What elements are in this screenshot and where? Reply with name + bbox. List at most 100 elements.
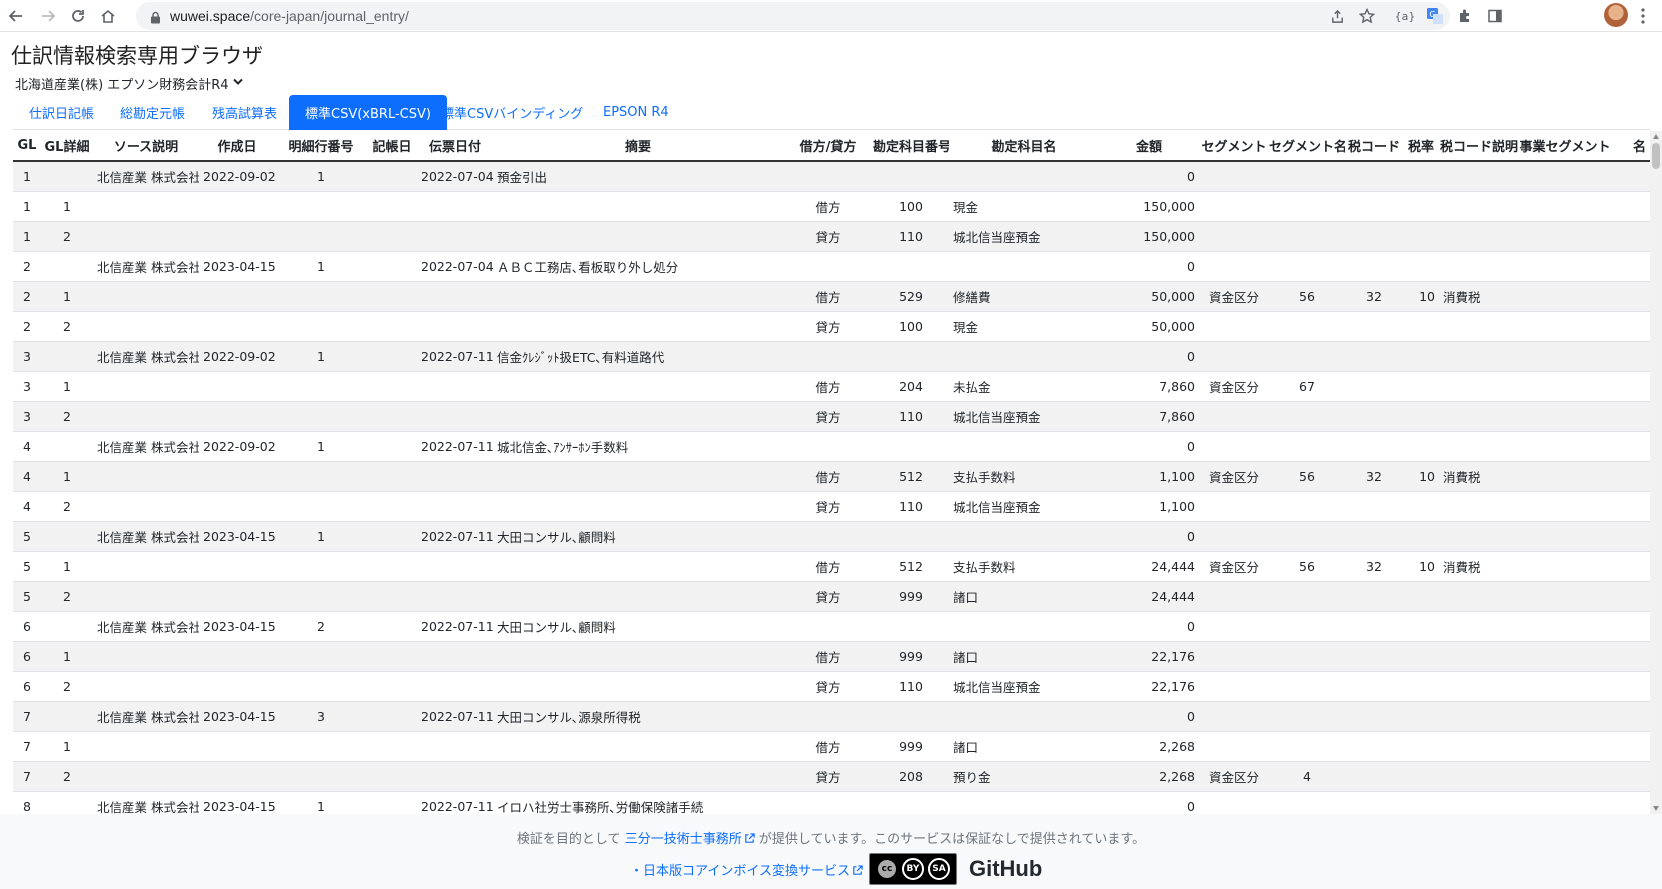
tab-standard-csv[interactable]: 標準CSV(xBRL-CSV)	[289, 95, 447, 130]
tab-journal[interactable]: 仕訳日記帳	[13, 95, 110, 130]
column-header[interactable]: 借方/貸方	[783, 131, 873, 162]
table-cell: 2	[41, 760, 93, 791]
table-row[interactable]: 5 北信産業 株式会社 2023-04-15 1 2022-07-11 大田コンサル､顧問…	[13, 520, 1650, 551]
table-row[interactable]: 7 2 貸方 208 預り金 2,268 資金区分 4	[13, 760, 1650, 791]
table-cell	[783, 520, 873, 551]
back-arrow-icon[interactable]	[4, 4, 28, 28]
table-row[interactable]: 3 北信産業 株式会社 2022-09-02 1 2022-07-11 信金ｸﾚｼﾞｯﾄ扱…	[13, 340, 1650, 371]
column-header[interactable]: GL	[13, 131, 41, 162]
share-icon[interactable]	[1328, 7, 1346, 25]
table-row[interactable]: 2 1 借方 529 修繕費 50,000 資金区分 56 32 10 消費税	[13, 280, 1650, 311]
table-cell	[1269, 520, 1345, 551]
github-link[interactable]: GitHub	[969, 856, 1042, 882]
column-header[interactable]: 名	[1611, 131, 1650, 162]
column-header[interactable]: 金額	[1099, 131, 1199, 162]
scroll-down-icon[interactable]	[1653, 806, 1659, 811]
menu-kebab-icon[interactable]	[1640, 6, 1646, 26]
invoice-service-link[interactable]: ・日本版コアインボイス変換サービス	[630, 860, 863, 879]
column-header[interactable]: 伝票日付	[417, 131, 493, 162]
vertical-scrollbar[interactable]	[1650, 131, 1662, 814]
json-extension-icon[interactable]: {a}	[1394, 5, 1416, 27]
table-cell	[1199, 490, 1269, 521]
extensions-puzzle-icon[interactable]	[1454, 5, 1476, 27]
table-row[interactable]: 3 1 借方 204 未払金 7,860 資金区分 67	[13, 370, 1650, 401]
table-cell	[1345, 190, 1403, 221]
tab-epson-r4[interactable]: EPSON R4	[587, 95, 685, 130]
column-header[interactable]: 事業セグメント	[1519, 131, 1611, 162]
table-cell	[1611, 280, 1650, 311]
address-bar[interactable]: wuwei.space/core-japan/journal_entry/	[136, 2, 1450, 30]
column-header[interactable]: 摘要	[493, 131, 783, 162]
url-text[interactable]: wuwei.space/core-japan/journal_entry/	[170, 8, 409, 24]
table-row[interactable]: 3 2 貸方 110 城北信当座預金 7,860	[13, 400, 1650, 431]
column-header[interactable]: 記帳日	[367, 131, 417, 162]
column-header[interactable]: 作成日	[199, 131, 275, 162]
table-cell	[783, 790, 873, 814]
scrollbar-thumb[interactable]	[1652, 143, 1660, 169]
table-cell: 借方	[783, 550, 873, 581]
table-cell	[1345, 580, 1403, 611]
tab-csv-binding[interactable]: 標準CSVバインディング	[425, 95, 599, 130]
table-row[interactable]: 2 2 貸方 100 現金 50,000	[13, 310, 1650, 341]
table-cell: 10	[1403, 280, 1439, 311]
table-row[interactable]: 4 2 貸方 110 城北信当座預金 1,100	[13, 490, 1650, 521]
table-row[interactable]: 1 1 借方 100 現金 150,000	[13, 190, 1650, 221]
home-icon[interactable]	[96, 4, 120, 28]
table-row[interactable]: 2 北信産業 株式会社 2023-04-15 1 2022-07-04 ＡＢＣ工務店､看板…	[13, 250, 1650, 281]
office-link[interactable]: 三分一技術士事務所	[625, 832, 755, 847]
table-cell	[1611, 730, 1650, 761]
table-row[interactable]: 6 1 借方 999 諸口 22,176	[13, 640, 1650, 671]
bookmark-star-icon[interactable]	[1358, 7, 1376, 25]
cc-by-sa-license-badge[interactable]: cc BY SA	[868, 853, 957, 885]
column-header[interactable]: 明細行番号	[275, 131, 367, 162]
table-cell	[367, 790, 417, 814]
column-header[interactable]: ソース説明	[93, 131, 199, 162]
table-cell	[1611, 700, 1650, 731]
table-cell	[1439, 340, 1519, 371]
translate-extension-icon[interactable]: G	[1424, 5, 1446, 27]
table-row[interactable]: 7 1 借方 999 諸口 2,268	[13, 730, 1650, 761]
column-header[interactable]: 勘定科目名	[949, 131, 1099, 162]
table-cell: 2	[41, 400, 93, 431]
table-cell	[93, 310, 199, 341]
table-cell	[1403, 640, 1439, 671]
table-cell	[199, 460, 275, 491]
column-header[interactable]: 税率	[1403, 131, 1439, 162]
column-header[interactable]: 勘定科目番号	[873, 131, 949, 162]
table-cell	[1403, 220, 1439, 251]
journal-table-container[interactable]: GL GL詳細 ソース説明 作成日 明細行番号 記帳日 伝票日付 摘要 借方/貸方 勘定科目番号勘…	[13, 131, 1650, 814]
table-row[interactable]: 7 北信産業 株式会社 2023-04-15 3 2022-07-11 大田コンサル､源泉…	[13, 700, 1650, 731]
table-row[interactable]: 8 北信産業 株式会社 2023-04-15 1 2022-07-11 イロハ社労士事務所…	[13, 790, 1650, 814]
table-row[interactable]: 6 北信産業 株式会社 2023-04-15 2 2022-07-11 大田コンサル､顧問…	[13, 610, 1650, 641]
table-cell	[417, 220, 493, 251]
table-cell: 0	[1099, 430, 1199, 461]
lock-icon[interactable]	[150, 9, 161, 28]
scroll-up-icon[interactable]	[1653, 134, 1659, 139]
table-cell	[41, 160, 93, 191]
forward-arrow-icon[interactable]	[36, 4, 60, 28]
table-cell	[275, 580, 367, 611]
table-row[interactable]: 1 北信産業 株式会社 2022-09-02 1 2022-07-04 預金引出 0	[13, 160, 1650, 191]
tab-bar: 仕訳日記帳 総勘定元帳 残高試算表 標準CSV(xBRL-CSV) 標準CSVバ…	[13, 95, 1650, 130]
column-header[interactable]: 税コード	[1345, 131, 1403, 162]
profile-avatar[interactable]	[1604, 3, 1628, 27]
column-header[interactable]: 税コード説明	[1439, 131, 1519, 162]
column-header[interactable]: セグメント名	[1269, 131, 1345, 162]
side-panel-icon[interactable]	[1484, 5, 1506, 27]
table-cell: 3	[13, 370, 41, 401]
table-row[interactable]: 5 1 借方 512 支払手数料 24,444 資金区分 56 32 10 消費税	[13, 550, 1650, 581]
tab-general-ledger[interactable]: 総勘定元帳	[104, 95, 201, 130]
reload-icon[interactable]	[66, 4, 90, 28]
company-select[interactable]: 北海道産業(株) エプソン財務会計R4	[15, 74, 243, 93]
tab-trial-balance[interactable]: 残高試算表	[196, 95, 293, 130]
column-header[interactable]: セグメント	[1199, 131, 1269, 162]
table-row[interactable]: 6 2 貸方 110 城北信当座預金 22,176	[13, 670, 1650, 701]
table-cell	[1439, 220, 1519, 251]
table-cell: 貸方	[783, 580, 873, 611]
column-header[interactable]: GL詳細	[41, 131, 93, 162]
table-row[interactable]: 4 1 借方 512 支払手数料 1,100 資金区分 56 32 10 消費税	[13, 460, 1650, 491]
table-row[interactable]: 4 北信産業 株式会社 2022-09-02 1 2022-07-11 城北信金､ｱﾝｻｰ…	[13, 430, 1650, 461]
table-cell	[199, 670, 275, 701]
table-row[interactable]: 5 2 貸方 999 諸口 24,444	[13, 580, 1650, 611]
table-row[interactable]: 1 2 貸方 110 城北信当座預金 150,000	[13, 220, 1650, 251]
